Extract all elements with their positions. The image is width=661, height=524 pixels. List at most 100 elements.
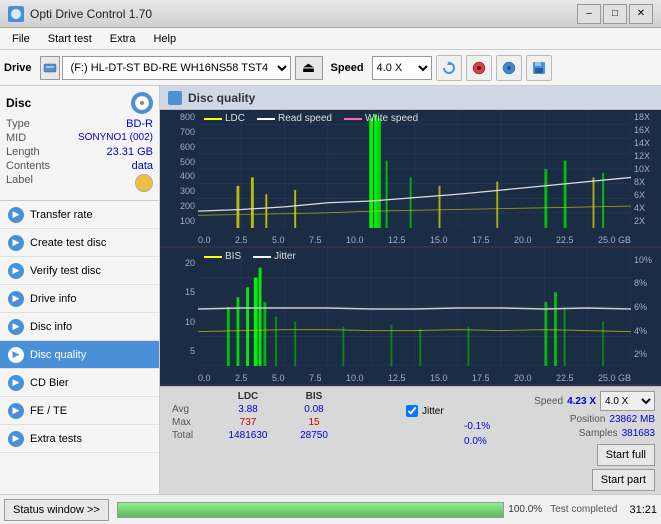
samples-row: Samples 381683: [579, 428, 655, 439]
legend-writespeed: Write speed: [344, 113, 418, 124]
position-value: 23862 MB: [609, 414, 655, 425]
speed-label: Speed: [331, 62, 364, 74]
total-label: Total: [172, 430, 212, 441]
ldc-header: LDC: [218, 391, 278, 402]
bis-color: [204, 256, 222, 258]
chart1-y-left: 800 700 600 500 400 300 200 100: [160, 110, 198, 228]
sidebar: Disc Type BD-R MID SONYNO1 (002) Length …: [0, 86, 160, 494]
avg-bis: 0.08: [284, 404, 344, 415]
start-part-button[interactable]: Start part: [592, 469, 655, 491]
max-label: Max: [172, 417, 212, 428]
fe-te-icon: ▶: [8, 403, 24, 419]
chart2-y-right: 10% 8% 6% 4% 2%: [631, 248, 661, 366]
stats-header-row: LDC BIS: [172, 391, 406, 402]
chart1-y-right: 18X 16X 14X 12X 10X 8X 6X 4X 2X: [631, 110, 661, 228]
chart2-svg: [198, 248, 631, 366]
disc-icon: [131, 92, 153, 114]
mid-label: MID: [6, 132, 26, 144]
status-bar: Status window >> 100.0% Test completed 3…: [0, 494, 661, 524]
disc-header-text: Disc: [6, 96, 31, 110]
drive-icon: [40, 56, 60, 80]
menu-help[interactable]: Help: [145, 31, 184, 47]
sidebar-item-disc-info[interactable]: ▶ Disc info: [0, 313, 159, 341]
toolbar: Drive (F:) HL-DT-ST BD-RE WH16NS58 TST4 …: [0, 50, 661, 86]
save-button[interactable]: [526, 55, 552, 81]
sidebar-item-drive-info[interactable]: ▶ Drive info: [0, 285, 159, 313]
extra-tests-icon: ▶: [8, 431, 24, 447]
jitter-checkbox-row: Jitter: [406, 405, 526, 417]
progress-bar-container: [117, 502, 504, 518]
legend-readspeed: Read speed: [257, 113, 332, 124]
stats-total-row: Total 1481630 28750: [172, 430, 406, 441]
speed-select-stats[interactable]: 4.0 X: [600, 391, 655, 411]
menu-bar: File Start test Extra Help: [0, 28, 661, 50]
length-label: Length: [6, 146, 40, 158]
chart2-y-left: 20 15 10 5: [160, 248, 198, 366]
chart-ldc: LDC Read speed Write speed: [160, 110, 661, 248]
jitter-max-row: 0.0%: [410, 436, 526, 447]
sidebar-item-verify-test-disc[interactable]: ▶ Verify test disc: [0, 257, 159, 285]
sidebar-menu: ▶ Transfer rate ▶ Create test disc ▶ Ver…: [0, 201, 159, 494]
start-full-button[interactable]: Start full: [597, 444, 655, 466]
fe-te-label: FE / TE: [30, 405, 67, 417]
max-jitter: 0.0%: [464, 436, 524, 447]
menu-extra[interactable]: Extra: [102, 31, 144, 47]
refresh-button[interactable]: [436, 55, 462, 81]
cd-bier-icon: ▶: [8, 375, 24, 391]
chart-bis: BIS Jitter: [160, 248, 661, 386]
menu-file[interactable]: File: [4, 31, 38, 47]
disc-quality-label: Disc quality: [30, 349, 86, 361]
menu-start-test[interactable]: Start test: [40, 31, 100, 47]
disc-info-label: Disc info: [30, 321, 72, 333]
jitter-color: [253, 256, 271, 258]
label-icon: [135, 174, 153, 192]
disc-button[interactable]: [466, 55, 492, 81]
speed-row: Speed 4.23 X 4.0 X: [534, 391, 655, 411]
jitter-checkbox[interactable]: [406, 405, 418, 417]
contents-label: Contents: [6, 160, 50, 172]
speed-select[interactable]: 4.0 X: [372, 56, 432, 80]
sidebar-item-extra-tests[interactable]: ▶ Extra tests: [0, 425, 159, 453]
chart1-svg: [198, 110, 631, 228]
total-ldc: 1481630: [218, 430, 278, 441]
cd-bier-label: CD Bier: [30, 377, 69, 389]
close-button[interactable]: ✕: [629, 4, 653, 24]
disc-panel: Disc Type BD-R MID SONYNO1 (002) Length …: [0, 86, 159, 201]
eject-button[interactable]: ⏏: [295, 56, 323, 80]
ldc-label: LDC: [225, 113, 245, 124]
samples-value: 381683: [622, 428, 655, 439]
avg-ldc: 3.88: [218, 404, 278, 415]
content-header: Disc quality: [160, 86, 661, 110]
jitter-area: Jitter -0.1% 0.0%: [406, 405, 526, 490]
create-test-icon: ▶: [8, 235, 24, 251]
maximize-button[interactable]: □: [603, 4, 627, 24]
create-test-label: Create test disc: [30, 237, 106, 249]
avg-jitter: -0.1%: [464, 421, 524, 432]
sidebar-item-cd-bier[interactable]: ▶ CD Bier: [0, 369, 159, 397]
content-area: Disc quality LDC Read speed: [160, 86, 661, 494]
speed-info-area: Speed 4.23 X 4.0 X Position 23862 MB Sam…: [534, 391, 655, 490]
minimize-button[interactable]: –: [577, 4, 601, 24]
legend-bis: BIS: [204, 251, 241, 262]
drive-info-icon: ▶: [8, 291, 24, 307]
readspeed-color: [257, 118, 275, 120]
progress-percent: 100.0%: [508, 504, 542, 515]
chart2-x-labels: 0.0 2.5 5.0 7.5 10.0 12.5 15.0 17.5 20.0…: [198, 373, 631, 383]
chart1-x-labels: 0.0 2.5 5.0 7.5 10.0 12.5 15.0 17.5 20.0…: [198, 235, 631, 245]
burn-button[interactable]: [496, 55, 522, 81]
ldc-color: [204, 118, 222, 120]
drive-select[interactable]: (F:) HL-DT-ST BD-RE WH16NS58 TST4: [62, 56, 291, 80]
status-window-button[interactable]: Status window >>: [4, 499, 109, 521]
sidebar-item-transfer-rate[interactable]: ▶ Transfer rate: [0, 201, 159, 229]
drive-info-label: Drive info: [30, 293, 76, 305]
avg-label: Avg: [172, 404, 212, 415]
sidebar-item-disc-quality[interactable]: ▶ Disc quality: [0, 341, 159, 369]
action-buttons: Start full Start part: [592, 444, 655, 491]
type-label: Type: [6, 118, 30, 130]
stats-panel: LDC BIS Avg 3.88 0.08 Max 737 15 Total: [160, 386, 661, 494]
legend-ldc: LDC: [204, 113, 245, 124]
sidebar-item-create-test-disc[interactable]: ▶ Create test disc: [0, 229, 159, 257]
contents-value: data: [132, 160, 153, 172]
jitter-label-legend: Jitter: [274, 251, 296, 262]
sidebar-item-fe-te[interactable]: ▶ FE / TE: [0, 397, 159, 425]
